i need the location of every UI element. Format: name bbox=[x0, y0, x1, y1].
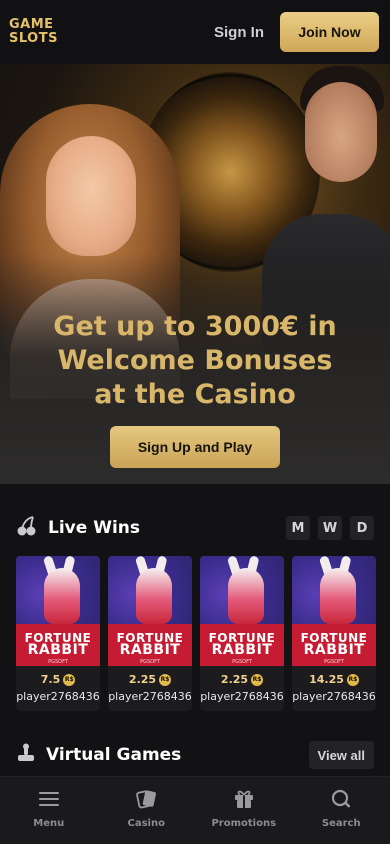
live-win-card[interactable]: FORTUNE RABBIT PGSOFT 7.5 R$ player27684… bbox=[16, 556, 100, 711]
sign-up-and-play-button[interactable]: Sign Up and Play bbox=[110, 426, 280, 468]
currency-coin-icon: R$ bbox=[63, 673, 76, 686]
search-icon bbox=[329, 787, 353, 811]
game-provider: PGSOFT bbox=[48, 659, 68, 665]
nav-label-search: Search bbox=[321, 818, 361, 829]
live-wins-title: Live Wins bbox=[48, 518, 140, 538]
period-month-button[interactable]: M bbox=[286, 516, 310, 540]
win-amount-row: 14.25 R$ bbox=[292, 673, 376, 686]
currency-coin-icon: R$ bbox=[159, 673, 172, 686]
hero-banner[interactable]: Get up to 3000€ in Welcome Bonuses at th… bbox=[0, 64, 390, 484]
nav-label-menu: Menu bbox=[33, 818, 65, 829]
man-face-image bbox=[305, 82, 377, 182]
nav-label-casino: Casino bbox=[127, 818, 165, 829]
nav-label-promotions: Promotions bbox=[211, 818, 277, 829]
header-actions: Sign In Join Now bbox=[214, 12, 379, 52]
logo-line-1: GAME bbox=[9, 17, 54, 32]
win-amount-row: 2.25 R$ bbox=[200, 673, 284, 686]
game-title-line2: RABBIT bbox=[27, 642, 89, 658]
logo-line-2: SLOTS bbox=[9, 31, 58, 46]
woman-face-image bbox=[46, 136, 136, 256]
period-day-button[interactable]: D bbox=[350, 516, 374, 540]
game-provider: PGSOFT bbox=[140, 659, 160, 665]
cherries-icon bbox=[16, 515, 38, 541]
win-amount: 14.25 bbox=[309, 673, 344, 686]
win-amount-row: 7.5 R$ bbox=[16, 673, 100, 686]
currency-coin-icon: R$ bbox=[346, 673, 359, 686]
win-amount: 2.25 bbox=[220, 673, 249, 686]
join-now-button[interactable]: Join Now bbox=[280, 12, 379, 52]
virtual-games-header: Virtual Games View all bbox=[0, 740, 390, 770]
game-title-line2: RABBIT bbox=[303, 642, 365, 658]
period-filter: M W D bbox=[286, 516, 374, 540]
currency-coin-icon: R$ bbox=[251, 673, 264, 686]
cards-icon bbox=[134, 787, 158, 811]
menu-icon bbox=[37, 787, 61, 811]
player-name: player2768436 bbox=[292, 690, 376, 703]
win-amount-row: 2.25 R$ bbox=[108, 673, 192, 686]
player-name: player2768436 bbox=[16, 690, 100, 703]
sign-in-button[interactable]: Sign In bbox=[214, 24, 264, 41]
live-win-card[interactable]: FORTUNE RABBIT PGSOFT 14.25 R$ player276… bbox=[292, 556, 376, 711]
bottom-navigation: Menu Casino Promotions Search bbox=[0, 776, 390, 844]
nav-item-promotions[interactable]: Promotions bbox=[195, 777, 293, 844]
win-amount: 2.25 bbox=[128, 673, 157, 686]
live-win-card[interactable]: FORTUNE RABBIT PGSOFT 2.25 R$ player2768… bbox=[108, 556, 192, 711]
live-wins-list: FORTUNE RABBIT PGSOFT 7.5 R$ player27684… bbox=[16, 556, 376, 711]
game-title-line2: RABBIT bbox=[211, 642, 273, 658]
period-week-button[interactable]: W bbox=[318, 516, 342, 540]
nav-item-menu[interactable]: Menu bbox=[0, 777, 98, 844]
player-name: player2768436 bbox=[200, 690, 284, 703]
win-amount: 7.5 bbox=[40, 673, 61, 686]
game-provider: PGSOFT bbox=[324, 659, 344, 665]
game-provider: PGSOFT bbox=[232, 659, 252, 665]
fortune-rabbit-thumbnail: FORTUNE RABBIT PGSOFT bbox=[16, 556, 100, 666]
joystick-icon bbox=[16, 743, 36, 767]
gift-icon bbox=[232, 787, 256, 811]
fortune-rabbit-thumbnail: FORTUNE RABBIT PGSOFT bbox=[292, 556, 376, 666]
live-win-card[interactable]: FORTUNE RABBIT PGSOFT 2.25 R$ player2768… bbox=[200, 556, 284, 711]
fortune-rabbit-thumbnail: FORTUNE RABBIT PGSOFT bbox=[200, 556, 284, 666]
fortune-rabbit-thumbnail: FORTUNE RABBIT PGSOFT bbox=[108, 556, 192, 666]
game-slots-logo[interactable]: GAME SLOTS bbox=[9, 18, 58, 46]
view-all-button[interactable]: View all bbox=[308, 741, 374, 769]
player-name: player2768436 bbox=[108, 690, 192, 703]
game-title-line2: RABBIT bbox=[119, 642, 181, 658]
hero-title: Get up to 3000€ in Welcome Bonuses at th… bbox=[53, 311, 337, 410]
nav-item-casino[interactable]: Casino bbox=[98, 777, 196, 844]
nav-item-search[interactable]: Search bbox=[293, 777, 390, 844]
virtual-games-title: Virtual Games bbox=[46, 745, 182, 765]
live-wins-header: Live Wins M W D bbox=[0, 514, 390, 542]
top-header: GAME SLOTS Sign In Join Now bbox=[0, 0, 390, 64]
